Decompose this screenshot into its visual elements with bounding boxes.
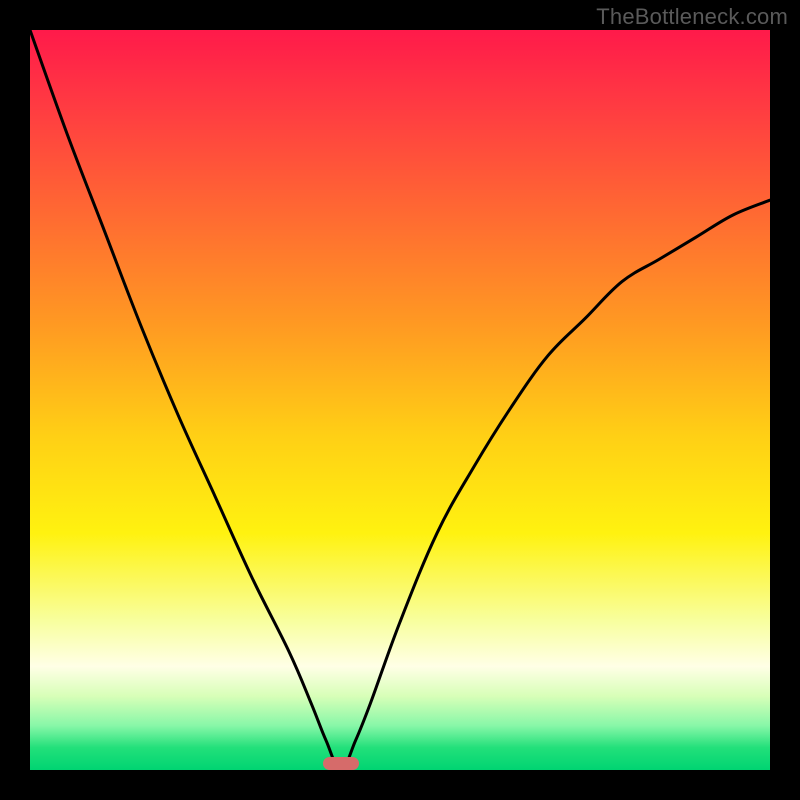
chart-frame: TheBottleneck.com bbox=[0, 0, 800, 800]
optimal-marker bbox=[323, 757, 359, 770]
plot-svg bbox=[30, 30, 770, 770]
gradient-background bbox=[30, 30, 770, 770]
plot-area bbox=[30, 30, 770, 770]
watermark-text: TheBottleneck.com bbox=[596, 4, 788, 30]
